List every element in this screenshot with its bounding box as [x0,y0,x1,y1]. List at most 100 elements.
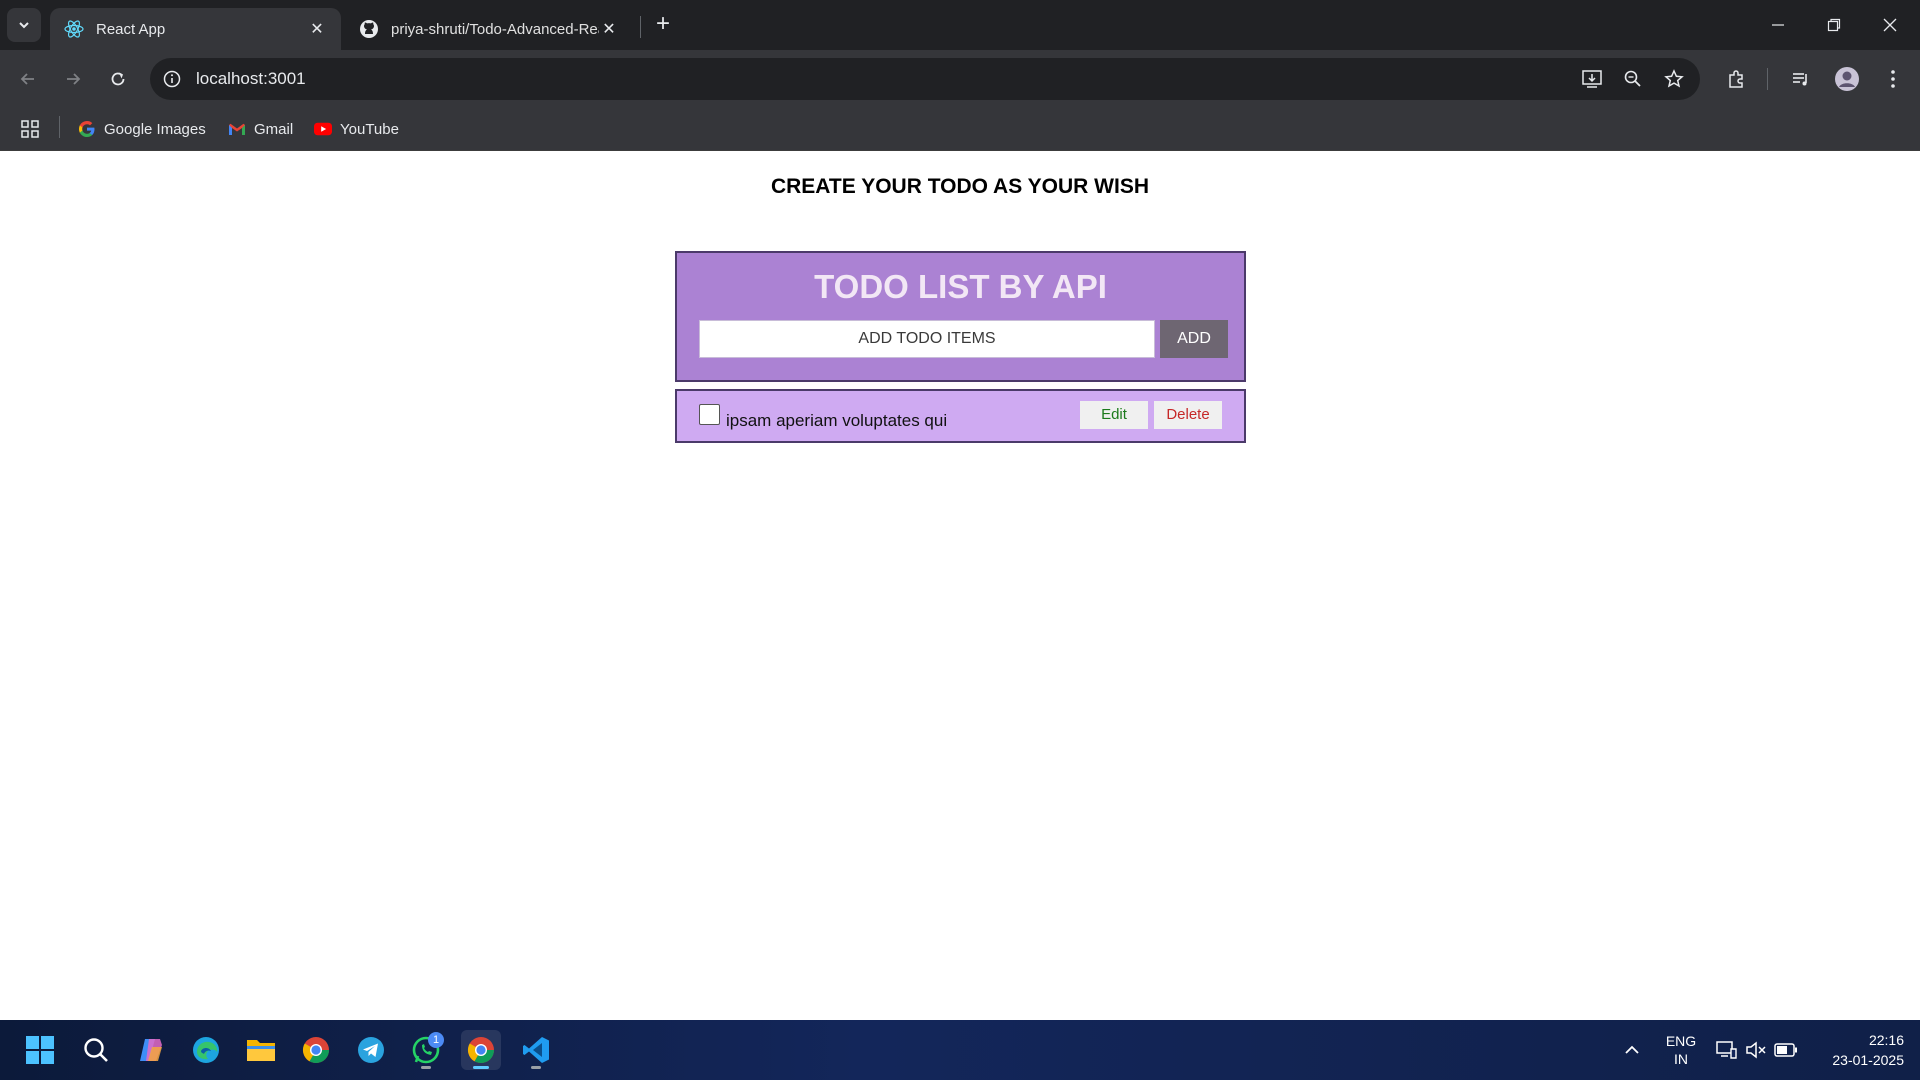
tab-title: React App [96,20,166,38]
chrome-app[interactable] [296,1030,336,1070]
todo-title: TODO LIST BY API [814,268,1107,305]
notification-badge: 1 [428,1032,444,1048]
vscode-icon [523,1037,549,1063]
url-text: localhost:3001 [196,69,306,88]
network-icon [1716,1041,1737,1059]
close-icon [1883,18,1897,32]
new-tab-button[interactable]: + [650,12,676,38]
language-code: ENG [1665,1033,1697,1049]
add-button[interactable]: ADD [1160,320,1228,358]
install-app-icon[interactable] [1580,67,1604,91]
battery-icon [1774,1043,1797,1057]
chevron-down-icon [19,22,29,29]
google-icon [78,120,96,138]
puzzle-icon [1729,70,1743,88]
whatsapp-app[interactable]: 1 [406,1030,446,1070]
bookmarks-bar: Google Images Gmail YouTube [0,108,1920,151]
start-button[interactable] [20,1030,60,1070]
close-icon[interactable]: ✕ [599,19,619,39]
address-bar[interactable]: localhost:3001 [150,58,1700,100]
profile-avatar[interactable] [1829,61,1865,97]
browser-menu-button[interactable] [1875,61,1911,97]
tray-overflow-button[interactable] [1612,1030,1652,1070]
media-control-button[interactable] [1783,61,1819,97]
tab-github[interactable]: priya-shruti/Todo-Advanced-React ✕ [345,8,633,50]
bookmark-label: Gmail [254,120,294,138]
taskbar: 1 ENG IN 22:16 23-01-2025 [0,1020,1920,1080]
chrome-icon [467,1037,495,1064]
bookmark-label: Google Images [104,120,206,138]
react-icon [64,19,84,39]
language-indicator[interactable]: ENG IN [1660,1032,1702,1068]
tab-divider [640,16,641,38]
battery-button[interactable] [1766,1030,1806,1070]
youtube-icon [314,120,332,138]
copilot-app[interactable] [131,1030,171,1070]
more-vertical-icon [1891,70,1895,88]
tab-search-button[interactable] [7,8,41,42]
browser-titlebar: React App ✕ priya-shruti/Todo-Advanced-R… [0,0,1920,50]
bookmark-label: YouTube [340,120,399,138]
copilot-icon [140,1039,162,1061]
bookmark-star-icon[interactable] [1662,67,1686,91]
close-icon[interactable]: ✕ [307,19,327,39]
chevron-up-icon [1625,1045,1639,1054]
restore-button[interactable] [1806,0,1862,50]
running-indicator [473,1066,489,1069]
media-queue-icon [1793,73,1807,86]
page-content: CREATE YOUR TODO AS YOUR WISH TODO LIST … [0,151,1920,1020]
minimize-icon [1772,24,1784,26]
delete-button[interactable]: Delete [1154,401,1222,429]
github-icon [359,19,379,39]
window-close-button[interactable] [1862,0,1918,50]
telegram-icon [358,1037,384,1063]
gmail-icon [228,120,246,138]
bookmark-google-images[interactable]: Google Images [78,116,206,142]
back-button[interactable] [10,61,46,97]
apps-button[interactable] [20,116,40,142]
edit-button[interactable]: Edit [1080,401,1148,429]
edge-app[interactable] [186,1030,226,1070]
search-button[interactable] [76,1030,116,1070]
forward-arrow-icon [67,73,81,85]
running-indicator [421,1066,431,1069]
tab-title: priya-shruti/Todo-Advanced-React [391,20,599,38]
zoom-icon[interactable] [1621,67,1645,91]
back-arrow-icon [20,73,34,85]
site-info-icon[interactable] [160,67,184,91]
minimize-button[interactable] [1750,0,1806,50]
clock[interactable]: 22:16 23-01-2025 [1812,1030,1912,1070]
browser-toolbar: localhost:3001 [0,50,1920,108]
region-code: IN [1674,1051,1688,1067]
clock-date: 23-01-2025 [1832,1052,1904,1068]
chrome-app-active[interactable] [461,1030,501,1070]
todo-checkbox[interactable] [699,404,720,425]
extensions-button[interactable] [1718,61,1754,97]
avatar-icon [1835,67,1859,91]
toolbar-divider [1767,68,1768,90]
tab-react-app[interactable]: React App ✕ [50,8,341,50]
todo-list-item: ipsam aperiam voluptates qui Edit Delete [675,389,1246,443]
vscode-app[interactable] [516,1030,556,1070]
bookmark-gmail[interactable]: Gmail [228,116,293,142]
windows-logo-icon [26,1036,54,1064]
running-indicator [531,1066,541,1069]
todo-input[interactable]: ADD TODO ITEMS [699,320,1155,358]
volume-muted-icon [1746,1041,1766,1059]
todo-form-panel: TODO LIST BY API ADD TODO ITEMS ADD [675,251,1246,382]
chrome-icon [302,1037,330,1064]
telegram-app[interactable] [351,1030,391,1070]
todo-item-text: ipsam aperiam voluptates qui [726,411,948,430]
search-icon [84,1038,108,1062]
bookmark-youtube[interactable]: YouTube [314,116,399,142]
forward-button[interactable] [55,61,91,97]
page-heading: CREATE YOUR TODO AS YOUR WISH [770,175,1150,198]
restore-icon [1827,18,1841,32]
folder-icon [247,1040,275,1061]
apps-grid-icon [21,120,39,138]
clock-time: 22:16 [1868,1032,1904,1048]
bookmarks-divider [59,116,60,138]
file-explorer-app[interactable] [241,1030,281,1070]
reload-button[interactable] [100,61,136,97]
edge-icon [193,1037,219,1063]
